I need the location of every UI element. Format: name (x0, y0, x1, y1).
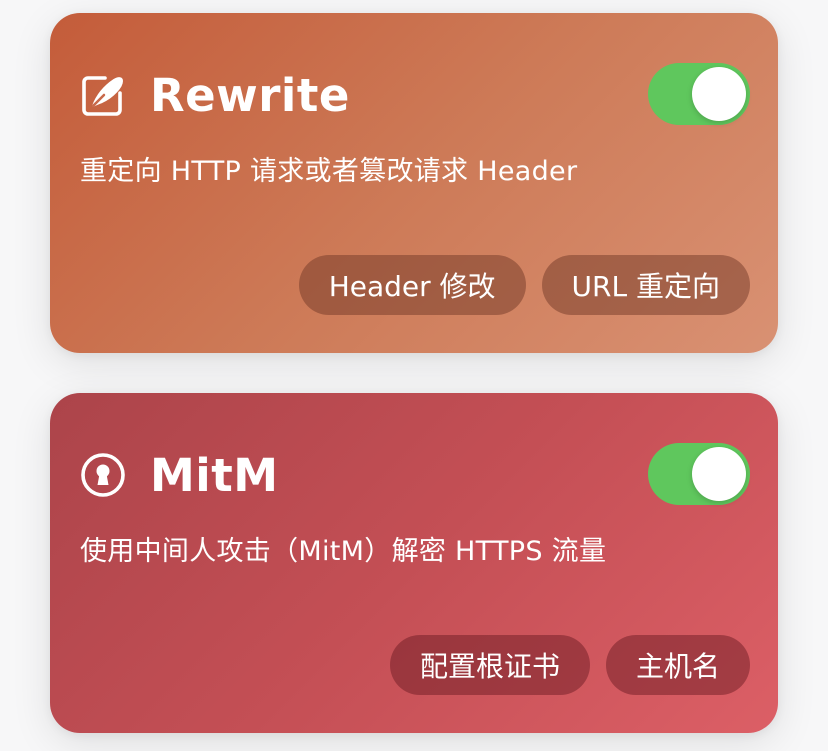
toggle-knob (692, 447, 746, 501)
header-modify-button[interactable]: Header 修改 (298, 255, 526, 315)
mitm-title: MitM (150, 448, 279, 502)
mitm-toggle[interactable] (648, 443, 750, 505)
rewrite-title: Rewrite (150, 68, 350, 122)
rewrite-card[interactable]: Rewrite 重定向 HTTP 请求或者篡改请求 Header Header … (50, 13, 778, 353)
toggle-knob (692, 67, 746, 121)
hostname-button[interactable]: 主机名 (605, 635, 750, 695)
page: Rewrite 重定向 HTTP 请求或者篡改请求 Header Header … (0, 0, 828, 751)
rewrite-actions: Header 修改 URL 重定向 (298, 255, 750, 315)
configure-root-cert-button[interactable]: 配置根证书 (389, 635, 590, 695)
mitm-card-header: MitM (80, 445, 279, 505)
url-redirect-button[interactable]: URL 重定向 (541, 255, 750, 315)
mitm-card[interactable]: MitM 使用中间人攻击（MitM）解密 HTTPS 流量 配置根证书 主机名 (50, 393, 778, 733)
edit-icon (80, 72, 126, 118)
mitm-actions: 配置根证书 主机名 (389, 635, 750, 695)
mitm-description: 使用中间人攻击（MitM）解密 HTTPS 流量 (80, 536, 607, 567)
keyhole-icon (80, 452, 126, 498)
rewrite-card-header: Rewrite (80, 65, 350, 125)
rewrite-toggle[interactable] (648, 63, 750, 125)
rewrite-description: 重定向 HTTP 请求或者篡改请求 Header (80, 156, 578, 187)
